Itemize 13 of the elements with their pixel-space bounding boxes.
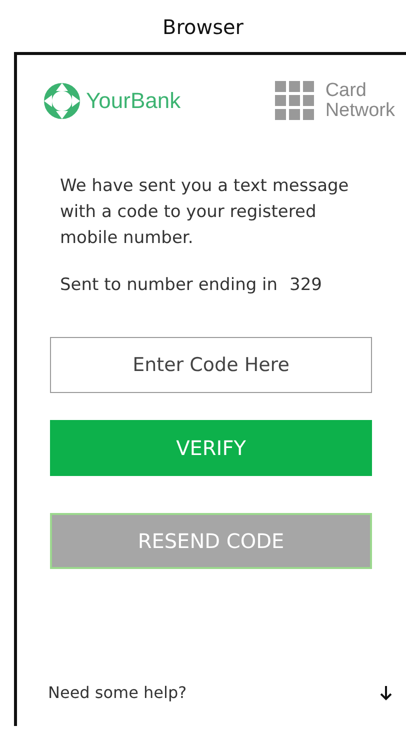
network-logo-text: Card Network (325, 81, 395, 121)
resend-button[interactable]: RESEND CODE (50, 513, 372, 569)
number-digits: 329 (290, 275, 322, 295)
grid-logo-icon (275, 81, 316, 121)
message-text: We have sent you a text message with a code to your registered mobile number. (60, 175, 350, 250)
window-title: Browser (161, 14, 245, 41)
sent-to-label: Sent to number ending in (60, 275, 278, 295)
down-arrow-icon[interactable] (379, 684, 393, 700)
help-link[interactable]: Need some help? (48, 683, 187, 702)
verify-button[interactable]: VERIFY (50, 420, 372, 476)
ring-logo-icon (42, 81, 82, 121)
bank-logo-text: YourBank (86, 88, 181, 114)
code-input-field[interactable]: Enter Code Here (50, 337, 372, 393)
